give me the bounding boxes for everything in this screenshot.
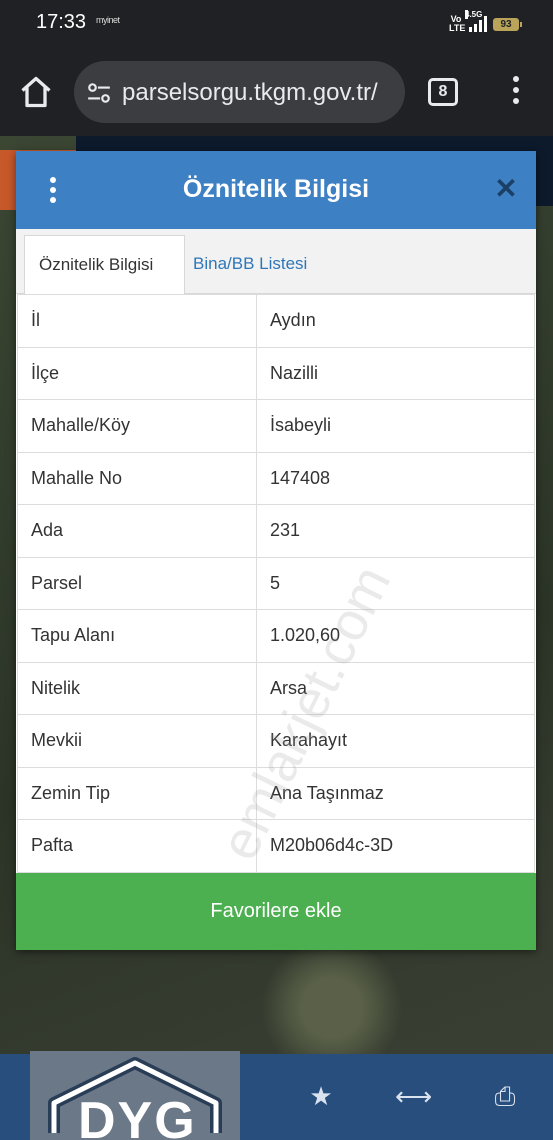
row-value: 1.020,60	[256, 609, 535, 663]
dyg-logo: DYG	[30, 1051, 240, 1140]
home-icon[interactable]	[18, 74, 54, 110]
measure-icon[interactable]: ⟷	[395, 1078, 432, 1114]
attribute-table: İl Aydın İlçe Nazilli Mahalle/Köy İsabeyli …	[17, 294, 535, 873]
row-key: Parsel	[17, 556, 257, 610]
row-key: Ada	[17, 504, 257, 558]
tab-attribute-info[interactable]: Öznitelik Bilgisi	[24, 235, 185, 295]
tab-building-list[interactable]: Bina/BB Listesi	[179, 235, 321, 293]
table-row: Parsel 5	[17, 556, 535, 610]
table-row: Zemin Tip Ana Taşınmaz	[17, 766, 535, 820]
row-value: Arsa	[256, 661, 535, 715]
row-key: Mahalle/Köy	[17, 399, 257, 453]
table-row: Tapu Alanı 1.020,60	[17, 609, 535, 663]
tune-icon[interactable]	[86, 80, 112, 106]
print-icon[interactable]: ⎙	[487, 1078, 523, 1114]
close-icon[interactable]: ✕	[494, 175, 518, 203]
table-row: İlçe Nazilli	[17, 346, 535, 400]
table-row: Mahalle/Köy İsabeyli	[17, 399, 535, 453]
row-value: M20b06d4c-3D	[256, 819, 535, 873]
status-icons: Vo LTE 4.5G 93	[449, 10, 522, 36]
table-row: İl Aydın	[17, 294, 535, 348]
signal-icon: 4.5G	[465, 10, 487, 32]
row-key: Nitelik	[17, 661, 257, 715]
status-bar: 17:33 myinet Vo LTE 4.5G 93	[0, 0, 553, 48]
battery-icon: 93	[493, 17, 522, 31]
table-row: Mevkii Karahayıt	[17, 714, 535, 768]
network-type-label: 4.5G	[465, 10, 483, 19]
row-key: Pafta	[17, 819, 257, 873]
table-row: Pafta M20b06d4c-3D	[17, 819, 535, 873]
row-value: 231	[256, 504, 535, 558]
tab-strip: Öznitelik Bilgisi Bina/BB Listesi	[16, 229, 536, 295]
url-text[interactable]: parselsorgu.tkgm.gov.tr/	[122, 79, 378, 107]
row-value: Aydın	[256, 294, 535, 348]
row-key: Mahalle No	[17, 451, 257, 505]
row-key: Mevkii	[17, 714, 257, 768]
row-value: 147408	[256, 451, 535, 505]
dialog-title: Öznitelik Bilgisi	[182, 175, 370, 203]
status-time: 17:33	[36, 11, 87, 33]
notification-icon: myinet	[96, 15, 120, 25]
row-value: Karahayıt	[256, 714, 535, 768]
table-row: Mahalle No 147408	[17, 451, 535, 505]
browser-toolbar: parselsorgu.tkgm.gov.tr/ 8	[0, 48, 553, 136]
row-value: İsabeyli	[256, 399, 535, 453]
row-value: 5	[256, 556, 535, 610]
row-key: Zemin Tip	[17, 766, 257, 820]
star-icon[interactable]: ★	[303, 1078, 339, 1114]
row-key: Tapu Alanı	[17, 609, 257, 663]
row-key: İlçe	[17, 346, 257, 400]
dialog-header: Öznitelik Bilgisi ✕	[16, 151, 536, 229]
address-bar[interactable]: parselsorgu.tkgm.gov.tr/	[74, 61, 405, 123]
more-vert-icon[interactable]	[506, 76, 526, 110]
add-to-favorites-button[interactable]: Favorilere ekle	[16, 873, 536, 950]
attribute-dialog: Öznitelik Bilgisi ✕ Öznitelik Bilgisi Bi…	[16, 151, 536, 950]
row-value: Nazilli	[256, 346, 535, 400]
table-row: Ada 231	[17, 504, 535, 558]
volte-icon: Vo LTE	[449, 14, 466, 33]
table-row: Nitelik Arsa	[17, 661, 535, 715]
row-key: İl	[17, 294, 257, 348]
tab-switcher-icon[interactable]: 8	[428, 78, 458, 106]
row-value: Ana Taşınmaz	[256, 766, 535, 820]
logo-text: DYG	[78, 1092, 197, 1140]
